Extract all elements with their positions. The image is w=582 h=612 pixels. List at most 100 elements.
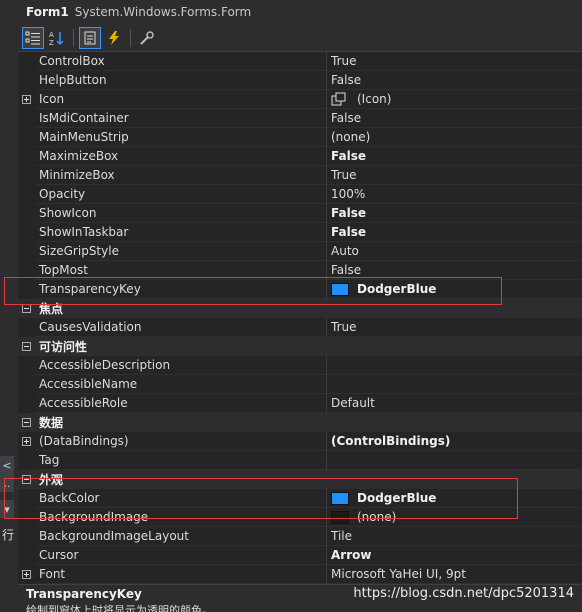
row-gutter	[18, 261, 36, 280]
property-value[interactable]: Arrow	[327, 546, 582, 565]
property-value[interactable]: False	[327, 223, 582, 242]
row-gutter	[18, 109, 36, 128]
category-row[interactable]: 数据	[18, 413, 582, 432]
property-value[interactable]: False	[327, 147, 582, 166]
property-value[interactable]: (none)	[327, 508, 582, 527]
property-value-text: Microsoft YaHei UI, 9pt	[331, 566, 466, 581]
categorized-icon	[25, 31, 40, 44]
property-value[interactable]: Tile	[327, 527, 582, 546]
panel-tab-marker[interactable]: <	[0, 456, 14, 474]
property-row[interactable]: BackgroundImageLayout Tile	[18, 527, 582, 546]
row-gutter	[18, 394, 36, 413]
property-row[interactable]: BackColor DodgerBlue	[18, 489, 582, 508]
property-row[interactable]: Cursor Arrow	[18, 546, 582, 565]
property-value-text: False	[331, 205, 366, 220]
panel-tab-marker[interactable]: ..	[0, 474, 14, 492]
object-name: Form1	[26, 5, 69, 19]
property-value[interactable]: 100%	[327, 185, 582, 204]
properties-toolbar: A Z	[18, 24, 582, 52]
collapse-icon[interactable]	[22, 304, 31, 313]
property-row[interactable]: MinimizeBox True	[18, 166, 582, 185]
property-row[interactable]: Opacity 100%	[18, 185, 582, 204]
category-label: 焦点	[39, 302, 64, 316]
row-gutter	[18, 299, 36, 318]
expand-icon[interactable]	[22, 570, 31, 579]
property-value-text: True	[331, 319, 357, 334]
property-row[interactable]: BackgroundImage (none)	[18, 508, 582, 527]
property-name: TransparencyKey	[36, 280, 326, 299]
property-row[interactable]: ControlBox True	[18, 52, 582, 71]
property-row[interactable]: CausesValidation True	[18, 318, 582, 337]
dropdown-marker[interactable]: ▾	[0, 500, 14, 518]
property-value[interactable]: False	[327, 261, 582, 280]
property-row[interactable]: Tag	[18, 451, 582, 470]
property-name: SizeGripStyle	[36, 242, 326, 261]
property-row[interactable]: SizeGripStyle Auto	[18, 242, 582, 261]
events-button[interactable]	[103, 27, 125, 49]
collapse-icon[interactable]	[22, 475, 31, 484]
property-row[interactable]: AccessibleName	[18, 375, 582, 394]
category-label: 可访问性	[39, 340, 88, 354]
row-gutter	[18, 546, 36, 565]
property-name: TopMost	[36, 261, 326, 280]
property-row[interactable]: AccessibleRole Default	[18, 394, 582, 413]
property-name: ShowInTaskbar	[36, 223, 326, 242]
property-value[interactable]: DodgerBlue	[327, 280, 582, 299]
alphabetical-button[interactable]: A Z	[46, 27, 68, 49]
property-row[interactable]: MaximizeBox False	[18, 147, 582, 166]
row-gutter	[18, 375, 36, 394]
property-value[interactable]	[327, 356, 582, 375]
property-row[interactable]: Font Microsoft YaHei UI, 9pt	[18, 565, 582, 584]
row-gutter	[18, 71, 36, 90]
property-value[interactable]: (ControlBindings)	[327, 432, 582, 451]
property-value[interactable]: True	[327, 318, 582, 337]
property-row[interactable]: ShowIcon False	[18, 204, 582, 223]
property-row[interactable]: AccessibleDescription	[18, 356, 582, 375]
property-value[interactable]: (none)	[327, 128, 582, 147]
category-row[interactable]: 外观	[18, 470, 582, 489]
properties-button[interactable]	[79, 26, 101, 49]
property-name: Opacity	[36, 185, 326, 204]
expand-icon[interactable]	[22, 95, 31, 104]
property-name: BackgroundImage	[36, 508, 326, 527]
property-row[interactable]: Icon (Icon)	[18, 90, 582, 109]
property-row[interactable]: HelpButton False	[18, 71, 582, 90]
expand-icon[interactable]	[22, 437, 31, 446]
property-row[interactable]: ShowInTaskbar False	[18, 223, 582, 242]
property-value[interactable]: Microsoft YaHei UI, 9pt	[327, 565, 582, 584]
property-row[interactable]: IsMdiContainer False	[18, 109, 582, 128]
property-value[interactable]: DodgerBlue	[327, 489, 582, 508]
property-name: BackgroundImageLayout	[36, 527, 326, 546]
property-value[interactable]: True	[327, 166, 582, 185]
property-row[interactable]: (DataBindings) (ControlBindings)	[18, 432, 582, 451]
row-gutter	[18, 318, 36, 337]
collapse-icon[interactable]	[22, 342, 31, 351]
property-grid: ControlBox True HelpButton False Icon (Icon) I…	[18, 52, 582, 584]
object-type: System.Windows.Forms.Form	[74, 5, 252, 19]
property-value[interactable]	[327, 451, 582, 470]
toolbar-separator	[130, 28, 131, 47]
row-gutter	[18, 356, 36, 375]
property-value-text: (ControlBindings)	[331, 433, 451, 448]
categorized-button[interactable]	[22, 26, 44, 49]
category-row[interactable]: 焦点	[18, 299, 582, 318]
property-row[interactable]: TransparencyKey DodgerBlue	[18, 280, 582, 299]
property-value-text: False	[331, 72, 362, 87]
property-value[interactable]: (Icon)	[327, 90, 582, 109]
property-value[interactable]: False	[327, 204, 582, 223]
property-value[interactable]: False	[327, 109, 582, 128]
property-value[interactable]: Auto	[327, 242, 582, 261]
svg-text:A: A	[49, 31, 54, 39]
category-row[interactable]: 可访问性	[18, 337, 582, 356]
color-swatch	[331, 282, 349, 296]
property-pages-button[interactable]	[136, 27, 158, 49]
collapse-icon[interactable]	[22, 418, 31, 427]
property-value[interactable]: False	[327, 71, 582, 90]
property-row[interactable]: TopMost False	[18, 261, 582, 280]
property-row[interactable]: MainMenuStrip (none)	[18, 128, 582, 147]
property-value[interactable]	[327, 375, 582, 394]
property-value-text: Auto	[331, 243, 359, 258]
property-value[interactable]: Default	[327, 394, 582, 413]
property-value[interactable]: True	[327, 52, 582, 71]
row-gutter	[18, 527, 36, 546]
